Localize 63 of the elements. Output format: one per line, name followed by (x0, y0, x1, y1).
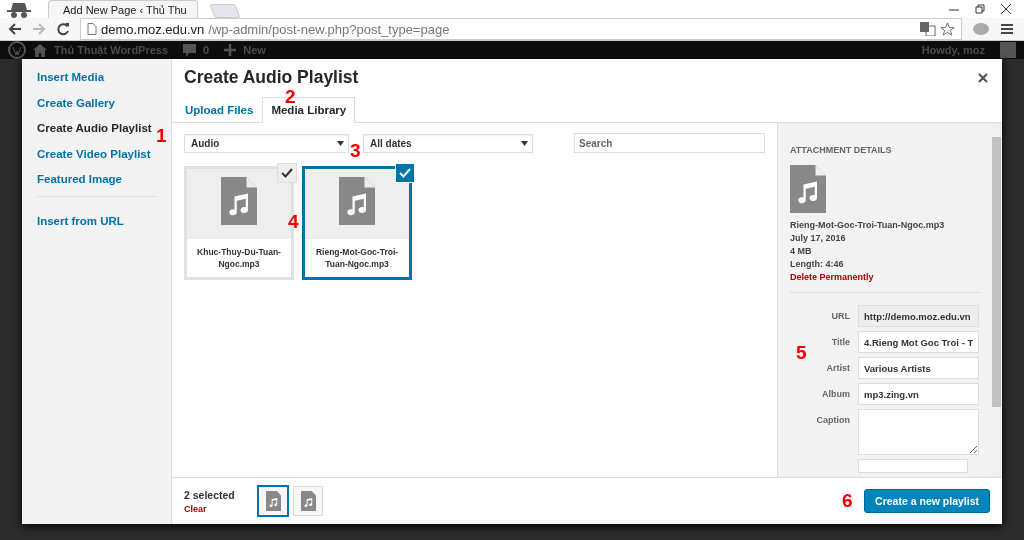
annotation-number: 6 (842, 493, 853, 508)
date-filter[interactable]: All dates (363, 133, 533, 153)
input-field[interactable]: mp3.zing.vn (858, 383, 979, 405)
file-name: Rieng-Mot-Goc-Troi-Tuan-Ngoc.mp3 (314, 246, 400, 271)
field-label: Artist (825, 362, 850, 373)
file-length: Length: 4:46 (790, 258, 845, 271)
upload-date: July 17, 2016 (790, 232, 847, 245)
caret-icon (337, 140, 344, 146)
file-name: Rieng-Mot-Goc-Troi-Tuan-Ngoc.mp3 (790, 219, 946, 232)
menu-item[interactable]: Create Video Playlist (37, 147, 151, 173)
address-bar[interactable]: demo.moz.edu.vn /wp-admin/post-new.php?post_type=page (80, 18, 962, 40)
details-heading: ATTACHMENT DETAILS (790, 145, 893, 155)
tab-title: Add New Page ‹ Thủ Thu (63, 3, 187, 16)
delete-link[interactable]: Delete Permanently (790, 271, 981, 284)
url-field[interactable]: http://demo.moz.edu.vn (858, 305, 979, 327)
back-icon[interactable] (8, 22, 22, 36)
annotation-number: 3 (350, 143, 361, 158)
clear-link[interactable]: Clear (184, 503, 249, 514)
field-label: Album (821, 388, 850, 399)
url-host: demo.moz.edu.vn (101, 21, 205, 37)
check-icon[interactable] (277, 163, 297, 183)
browser-tab[interactable]: Add New Page ‹ Thủ Thu (48, 0, 198, 18)
page-icon (87, 23, 97, 35)
translate-icon[interactable] (920, 22, 936, 36)
menu-item[interactable]: Insert from URL (37, 214, 124, 240)
field-label: Caption (815, 414, 850, 425)
attachment-tile[interactable]: Rieng-Mot-Goc-Troi-Tuan-Ngoc.mp3 (302, 166, 412, 280)
caption-field[interactable] (858, 409, 979, 455)
selection-thumbnail[interactable] (258, 486, 288, 516)
annotation-number: 5 (796, 345, 807, 360)
reload-icon[interactable] (56, 22, 70, 36)
plus-icon (224, 44, 237, 56)
menu-item[interactable]: Insert Media (37, 71, 105, 97)
input-field[interactable]: Various Artists (858, 357, 979, 379)
menu-item[interactable]: Featured Image (37, 173, 122, 199)
file-size: 4 MB (790, 245, 813, 258)
close-icon[interactable] (978, 72, 988, 83)
input-field[interactable] (858, 459, 968, 473)
comment-icon (183, 43, 197, 57)
close-icon[interactable] (1000, 3, 1012, 15)
menu-item[interactable]: Create Audio Playlist (37, 122, 152, 148)
star-icon[interactable] (940, 21, 955, 37)
home-icon (33, 43, 47, 57)
audio-file-icon (790, 165, 826, 213)
search-field[interactable]: Search (574, 133, 765, 153)
field-label: Title (830, 336, 850, 347)
file-name: Khuc-Thuy-Du-Tuan-Ngoc.mp3 (196, 246, 282, 271)
restore-icon[interactable] (974, 3, 986, 15)
field-label: URL (830, 310, 850, 321)
url-path: /wp-admin/post-new.php?post_type=page (208, 21, 450, 37)
menu-icon[interactable] (1000, 23, 1014, 35)
type-filter[interactable]: Audio (184, 133, 349, 153)
tab[interactable]: Upload Files (176, 97, 263, 123)
audio-file-icon (221, 177, 257, 225)
create-playlist-button[interactable]: Create a new playlist (864, 489, 990, 513)
input-field[interactable]: 4.Rieng Mot Goc Troi - T (858, 331, 979, 353)
caret-icon (521, 140, 528, 146)
wordpress-logo-icon[interactable] (8, 41, 26, 59)
audio-file-icon (339, 177, 375, 225)
modal-title: Create Audio Playlist (184, 67, 360, 88)
annotation-number: 1 (156, 128, 167, 143)
menu-item[interactable]: Create Gallery (37, 96, 115, 122)
selection-count: 2 selected (184, 488, 236, 501)
